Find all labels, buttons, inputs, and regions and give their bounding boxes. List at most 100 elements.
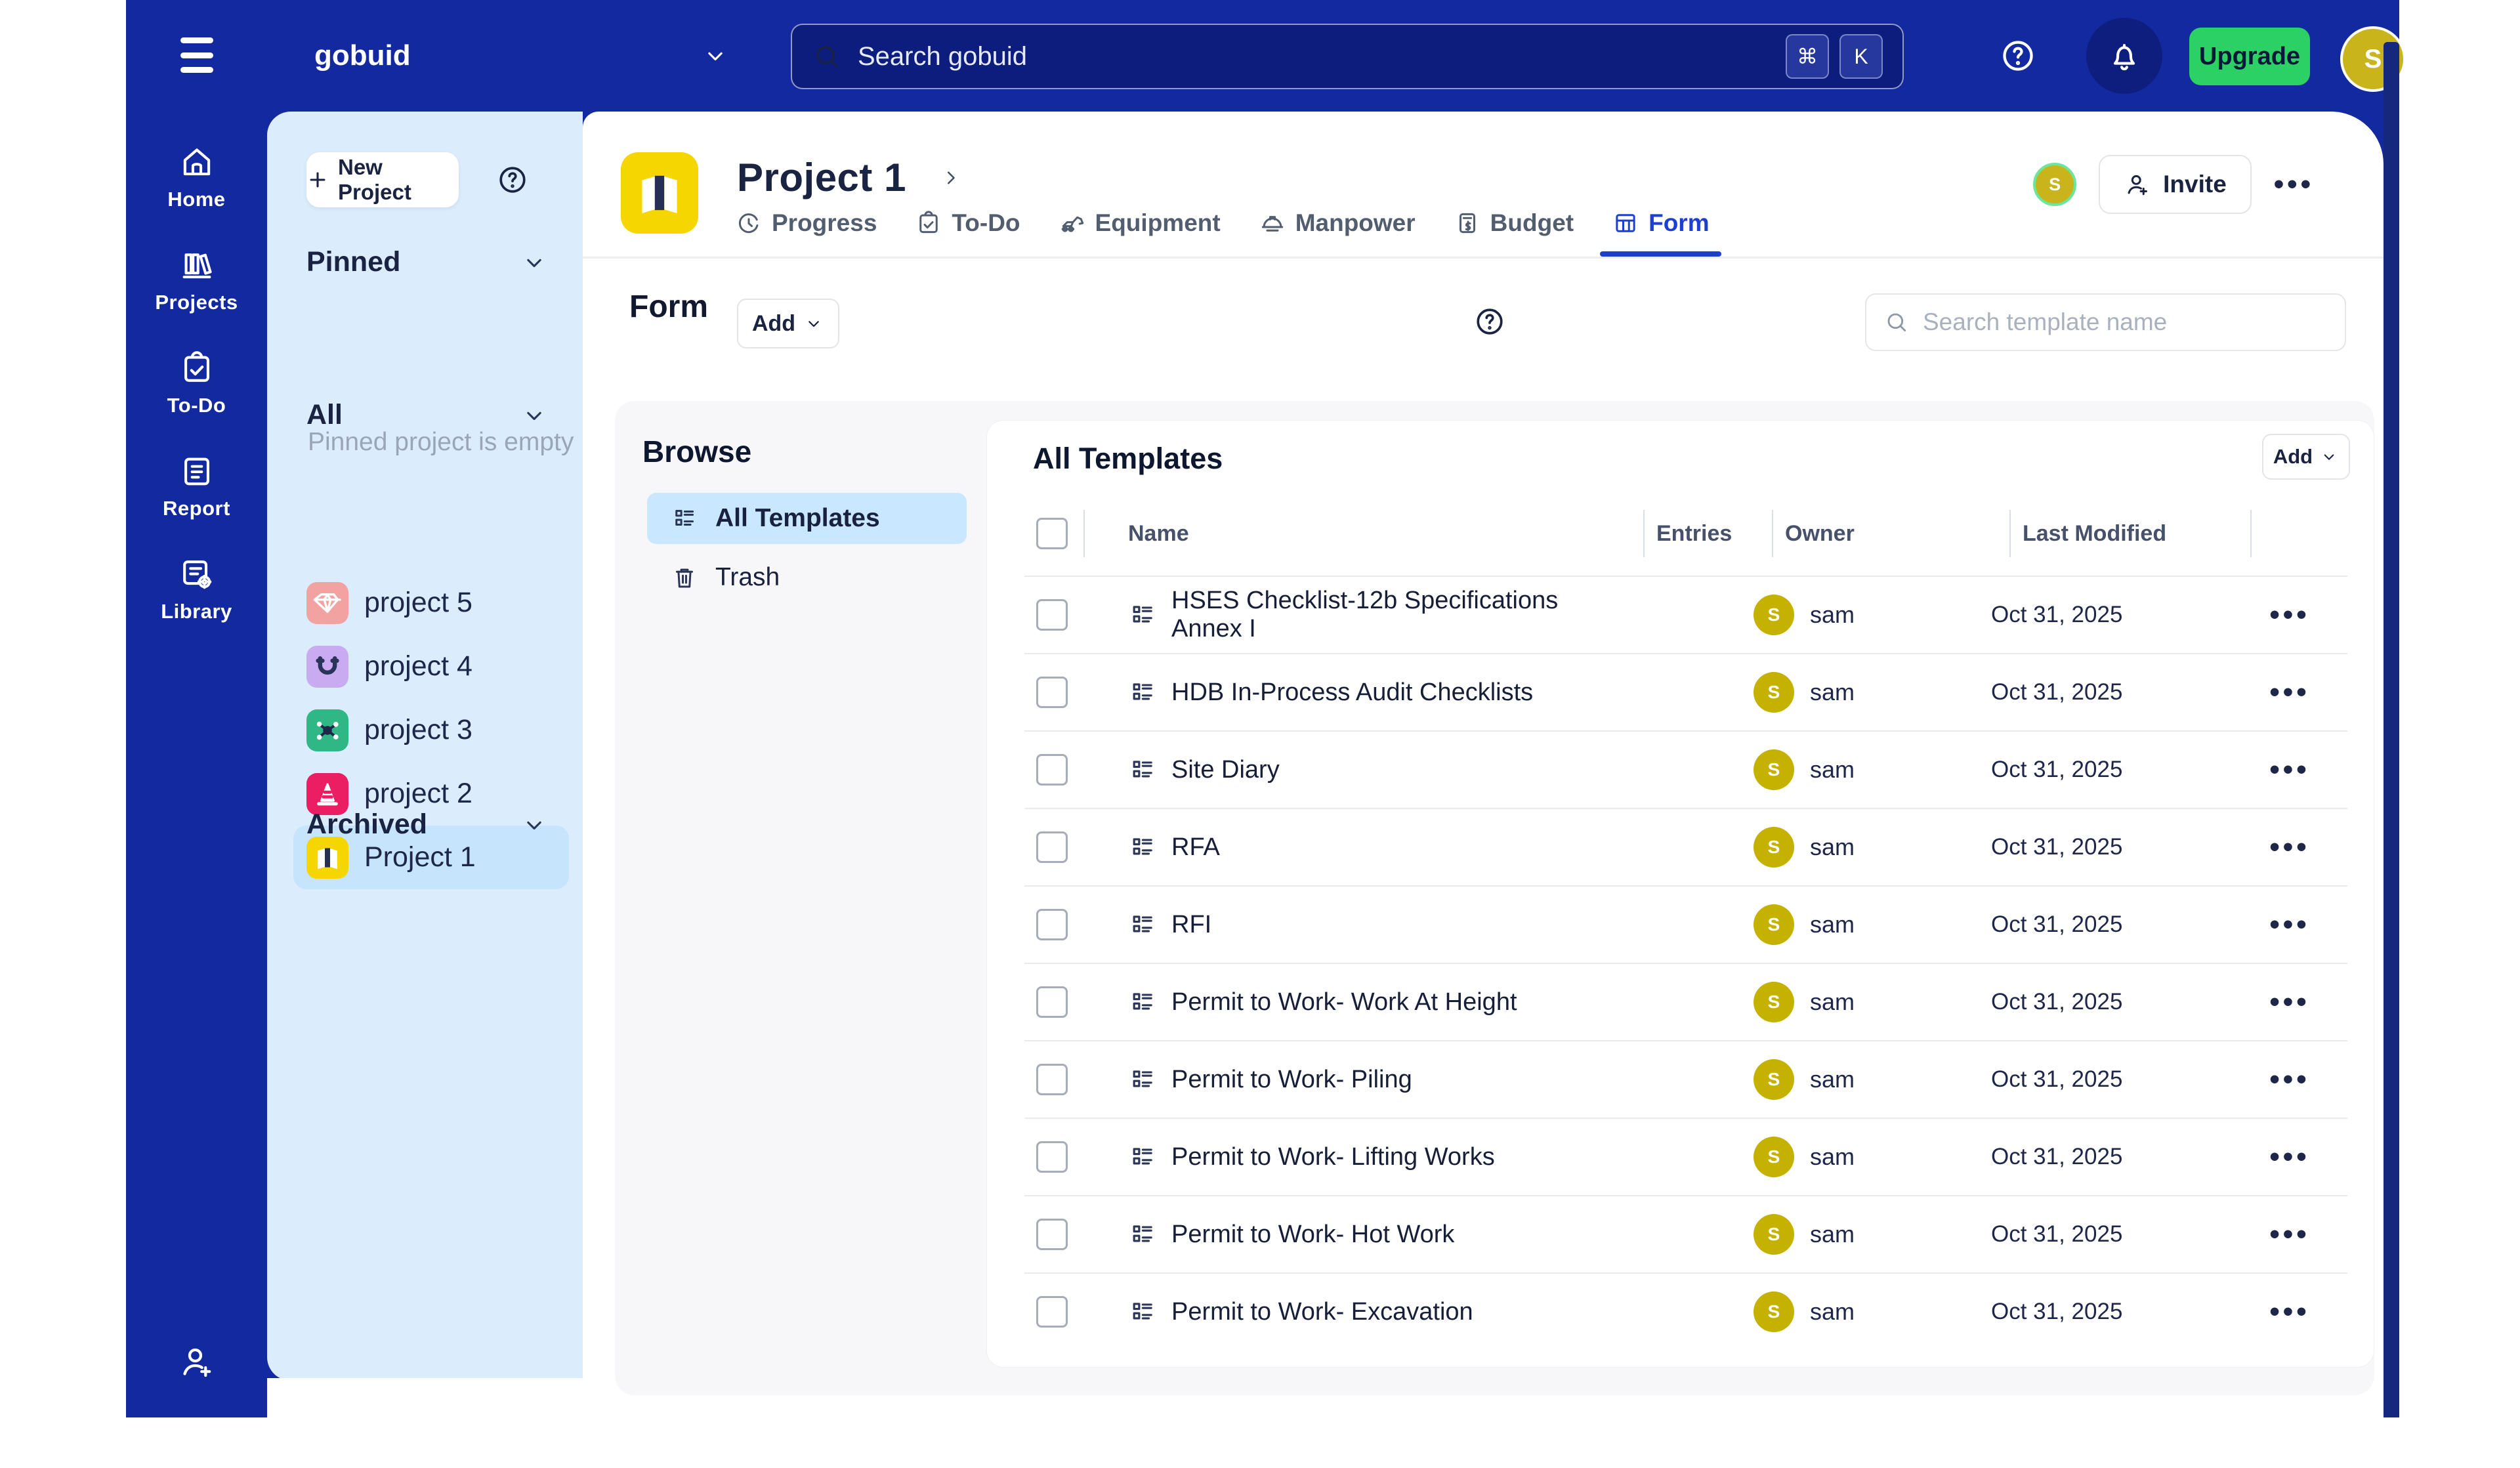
sidebar-help-icon[interactable] [495,163,530,197]
all-section-header[interactable]: All [306,399,549,431]
tab-form[interactable]: Form [1600,209,1721,257]
row-menu-button[interactable]: ••• [2269,676,2309,709]
row-menu-button[interactable]: ••• [2269,986,2309,1018]
column-header-last-modified[interactable]: Last Modified [2009,510,2263,557]
browse-item-trash[interactable]: Trash [647,552,967,603]
pinned-section-header[interactable]: Pinned [306,246,549,278]
progress-icon [735,209,763,237]
template-name[interactable]: Permit to Work- Piling [1171,1066,1412,1094]
row-menu-button[interactable]: ••• [2269,831,2309,864]
row-menu-button[interactable]: ••• [2269,753,2309,786]
row-menu-button[interactable]: ••• [2269,1295,2309,1328]
template-name[interactable]: RFA [1171,833,1220,862]
tab-manpower[interactable]: Manpower [1259,209,1416,257]
row-menu-button[interactable]: ••• [2269,1063,2309,1096]
rail-item-projects[interactable]: Projects [126,246,267,314]
template-name[interactable]: HDB In-Process Audit Checklists [1171,679,1533,707]
row-checkbox[interactable] [1036,831,1068,863]
row-menu-button[interactable]: ••• [2269,1218,2309,1251]
upgrade-button[interactable]: Upgrade [2189,28,2310,85]
table-row[interactable]: Permit to Work- Lifting Works S sam Oct … [1024,1118,2347,1195]
rail-item-report[interactable]: Report [126,452,267,520]
owner-name: sam [1810,911,1855,938]
row-checkbox[interactable] [1036,677,1068,708]
plus-icon [306,169,329,191]
table-row[interactable]: Permit to Work- Work At Height S sam Oct… [1024,963,2347,1040]
last-modified-date: Oct 31, 2025 [1991,679,2123,705]
rail-item-library[interactable]: Library [126,555,267,623]
template-search-input[interactable] [1922,308,2328,337]
help-icon[interactable] [1998,0,2038,112]
project-name: project 4 [364,650,472,682]
tab-equipment[interactable]: Equipment [1059,209,1221,257]
table-row[interactable]: Permit to Work- Piling S sam Oct 31, 202… [1024,1040,2347,1118]
chevron-right-icon[interactable] [939,166,963,190]
row-checkbox[interactable] [1036,1064,1068,1095]
row-checkbox[interactable] [1036,1296,1068,1328]
row-checkbox[interactable] [1036,909,1068,940]
page-scrollbar[interactable] [2384,42,2399,1417]
form-help-icon[interactable] [1473,304,1507,339]
select-all-checkbox[interactable] [1036,518,1068,549]
template-name[interactable]: Permit to Work- Lifting Works [1171,1143,1495,1171]
last-modified-date: Oct 31, 2025 [1991,1299,2123,1324]
global-search-input[interactable] [856,41,1775,72]
row-checkbox[interactable] [1036,1141,1068,1173]
notifications-bell-icon[interactable] [2086,0,2162,112]
template-name[interactable]: Permit to Work- Work At Height [1171,988,1517,1017]
tab-todo[interactable]: To-Do [915,209,1020,257]
panel-add-button[interactable]: Add [2262,434,2350,480]
table-row[interactable]: RFA S sam Oct 31, 2025 ••• [1024,808,2347,885]
header-more-menu-button[interactable]: ••• [2274,168,2314,201]
workspace-chevron-down-icon[interactable] [701,0,730,112]
row-checkbox[interactable] [1036,1219,1068,1250]
table-row[interactable]: HSES Checklist-12b Specifications Annex … [1024,576,2347,653]
column-header-owner[interactable]: Owner [1772,510,2023,557]
table-row[interactable]: RFI S sam Oct 31, 2025 ••• [1024,885,2347,963]
sidebar-project-project-3[interactable]: project 3 [293,698,569,762]
main-content: Project 1 Progress To-Do Equipment Manpower… [583,112,2384,1417]
row-checkbox[interactable] [1036,599,1068,631]
invite-user-icon[interactable] [126,1342,267,1381]
table-row[interactable]: Site Diary S sam Oct 31, 2025 ••• [1024,730,2347,808]
global-search-bar[interactable]: ⌘ K [791,24,1904,89]
template-name[interactable]: HSES Checklist-12b Specifications Annex … [1171,587,1625,643]
chevron-down-icon [520,810,549,839]
new-project-button[interactable]: New Project [306,152,459,207]
sidebar-project-project-4[interactable]: project 4 [293,635,569,698]
rail-item-todo[interactable]: To-Do [126,349,267,417]
row-menu-button[interactable]: ••• [2269,1141,2309,1173]
template-name[interactable]: RFI [1171,911,1211,939]
tab-progress[interactable]: Progress [735,209,877,257]
row-checkbox[interactable] [1036,986,1068,1018]
chevron-down-icon [803,313,824,334]
last-modified-date: Oct 31, 2025 [1991,1221,2123,1247]
row-checkbox[interactable] [1036,754,1068,786]
template-name[interactable]: Site Diary [1171,756,1280,784]
project-tabs: Progress To-Do Equipment Manpower Budget Form [735,209,1721,257]
row-menu-button[interactable]: ••• [2269,908,2309,941]
template-search-bar[interactable] [1865,293,2346,351]
table-row[interactable]: Permit to Work- Hot Work S sam Oct 31, 2… [1024,1195,2347,1272]
invite-button[interactable]: Invite [2099,155,2252,214]
table-row[interactable]: Permit to Work- Excavation S sam Oct 31,… [1024,1272,2347,1350]
tab-budget[interactable]: Budget [1454,209,1574,257]
rail-item-home[interactable]: Home [126,143,267,211]
sidebar-project-project-5[interactable]: project 5 [293,571,569,635]
gobuid-logo-icon[interactable] [126,1427,267,1468]
archived-section-header[interactable]: Archived [306,808,549,841]
owner-avatar: S [1754,1059,1794,1100]
workspace-name[interactable]: gobuid [314,0,411,112]
template-name[interactable]: Permit to Work- Excavation [1171,1298,1473,1326]
hamburger-menu-icon[interactable] [180,37,213,73]
table-row[interactable]: HDB In-Process Audit Checklists S sam Oc… [1024,653,2347,730]
templates-board: Browse All Templates Trash All Templates … [615,401,2374,1395]
template-name[interactable]: Permit to Work- Hot Work [1171,1221,1454,1249]
row-menu-button[interactable]: ••• [2269,598,2309,631]
browse-item-all-templates[interactable]: All Templates [647,493,967,544]
column-header-name[interactable]: Name [1083,510,1656,557]
invite-user-icon [2124,171,2151,198]
form-add-button[interactable]: Add [737,299,839,348]
column-header-entries[interactable]: Entries [1643,510,1785,557]
member-avatar[interactable]: S [2033,163,2077,206]
